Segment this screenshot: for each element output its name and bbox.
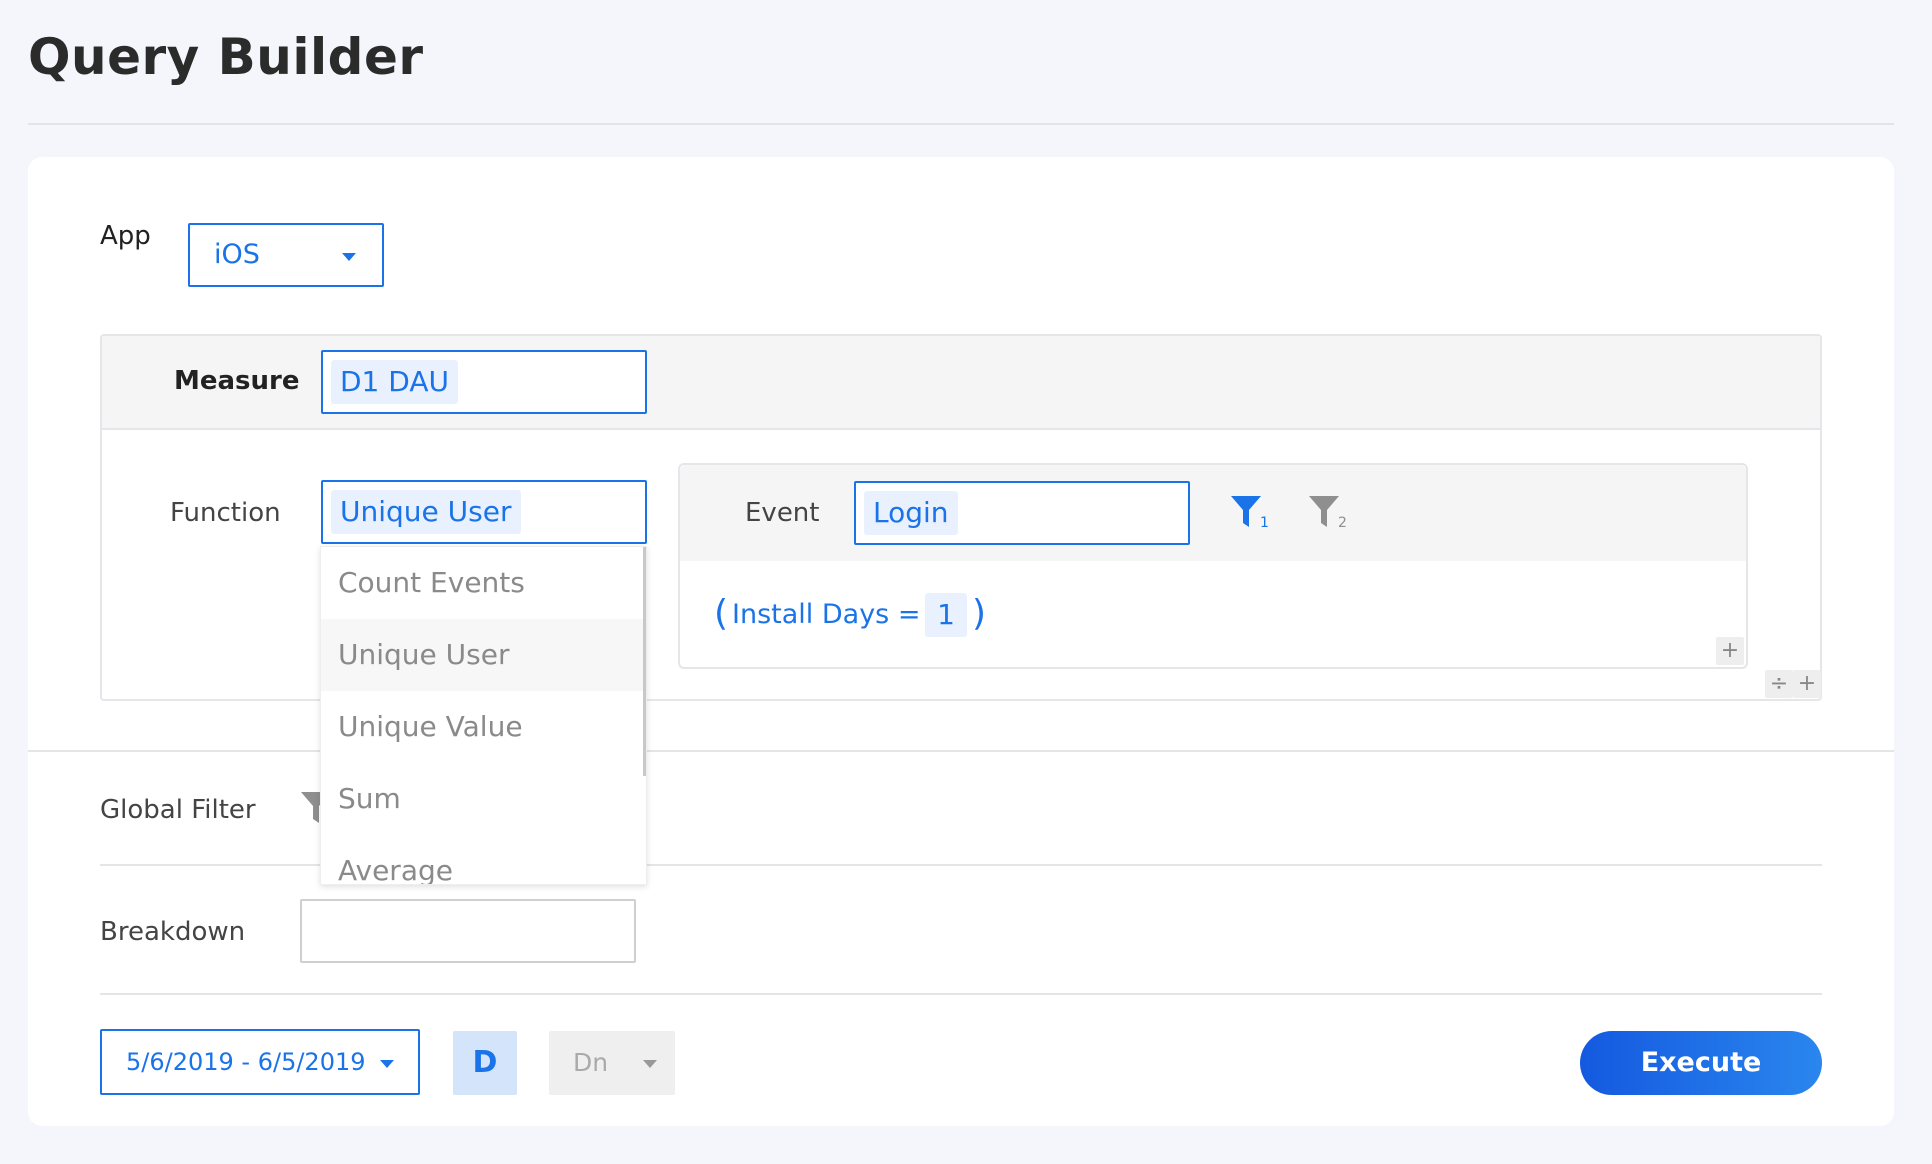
dropdown-scrollbar[interactable] (643, 547, 646, 776)
function-dropdown-menu: Count Events Unique User Unique Value Su… (320, 546, 647, 885)
filter-1-icon[interactable]: 1 (1230, 495, 1270, 531)
split-icon[interactable]: ÷ (1765, 670, 1793, 698)
add-condition-icon[interactable]: + (1716, 637, 1744, 665)
dn-select[interactable]: Dn (549, 1031, 675, 1095)
chevron-down-icon (380, 1060, 394, 1068)
app-label: App (100, 221, 151, 251)
measure-chip: D1 DAU (331, 360, 458, 404)
condition-open-paren: ( (714, 593, 729, 634)
event-input[interactable]: Login (854, 481, 1190, 545)
function-select[interactable]: Unique User (321, 480, 647, 544)
app-select-value: iOS (214, 239, 260, 270)
menu-item-count-events[interactable]: Count Events (321, 547, 643, 619)
menu-item-unique-user[interactable]: Unique User (321, 619, 643, 691)
execute-button[interactable]: Execute (1580, 1031, 1822, 1095)
dn-select-value: Dn (573, 1048, 609, 1077)
date-range-value: 5/6/2019 - 6/5/2019 (126, 1048, 366, 1076)
breakdown-label: Breakdown (100, 917, 246, 947)
chevron-down-icon (643, 1060, 657, 1068)
measure-input[interactable]: D1 DAU (321, 350, 647, 414)
filter-1-subscript: 1 (1260, 515, 1269, 531)
date-range-select[interactable]: 5/6/2019 - 6/5/2019 (100, 1029, 420, 1095)
event-panel: Event Login 1 2 (Install Days = 1) + (678, 463, 1748, 669)
query-card: App iOS Measure D1 DAU Function Unique U… (28, 157, 1894, 1126)
measure-header: Measure D1 DAU (102, 336, 1820, 430)
event-label: Event (745, 498, 820, 528)
function-label: Function (170, 498, 281, 528)
section-divider (28, 750, 1894, 752)
menu-item-average[interactable]: Average (321, 835, 643, 884)
measure-label: Measure (174, 366, 300, 396)
filter-2-icon[interactable]: 2 (1308, 495, 1348, 531)
condition-close-paren: ) (972, 593, 987, 634)
menu-item-sum[interactable]: Sum (321, 763, 643, 835)
condition-field[interactable]: Install Days = (732, 599, 920, 630)
function-chip: Unique User (331, 490, 521, 534)
chevron-down-icon (342, 253, 356, 261)
app-select[interactable]: iOS (188, 223, 384, 287)
add-measure-icon[interactable]: + (1793, 670, 1821, 698)
page-title: Query Builder (28, 28, 424, 86)
global-filter-label: Global Filter (100, 795, 256, 825)
breakdown-input[interactable] (300, 899, 636, 963)
title-divider (28, 123, 1894, 125)
event-header: Event Login 1 2 (680, 465, 1746, 561)
menu-item-unique-value[interactable]: Unique Value (321, 691, 643, 763)
event-chip: Login (864, 491, 958, 535)
filter-2-subscript: 2 (1338, 515, 1347, 531)
condition-value[interactable]: 1 (925, 593, 967, 637)
row-divider-2 (100, 993, 1822, 995)
granularity-day-button[interactable]: D (453, 1031, 517, 1095)
